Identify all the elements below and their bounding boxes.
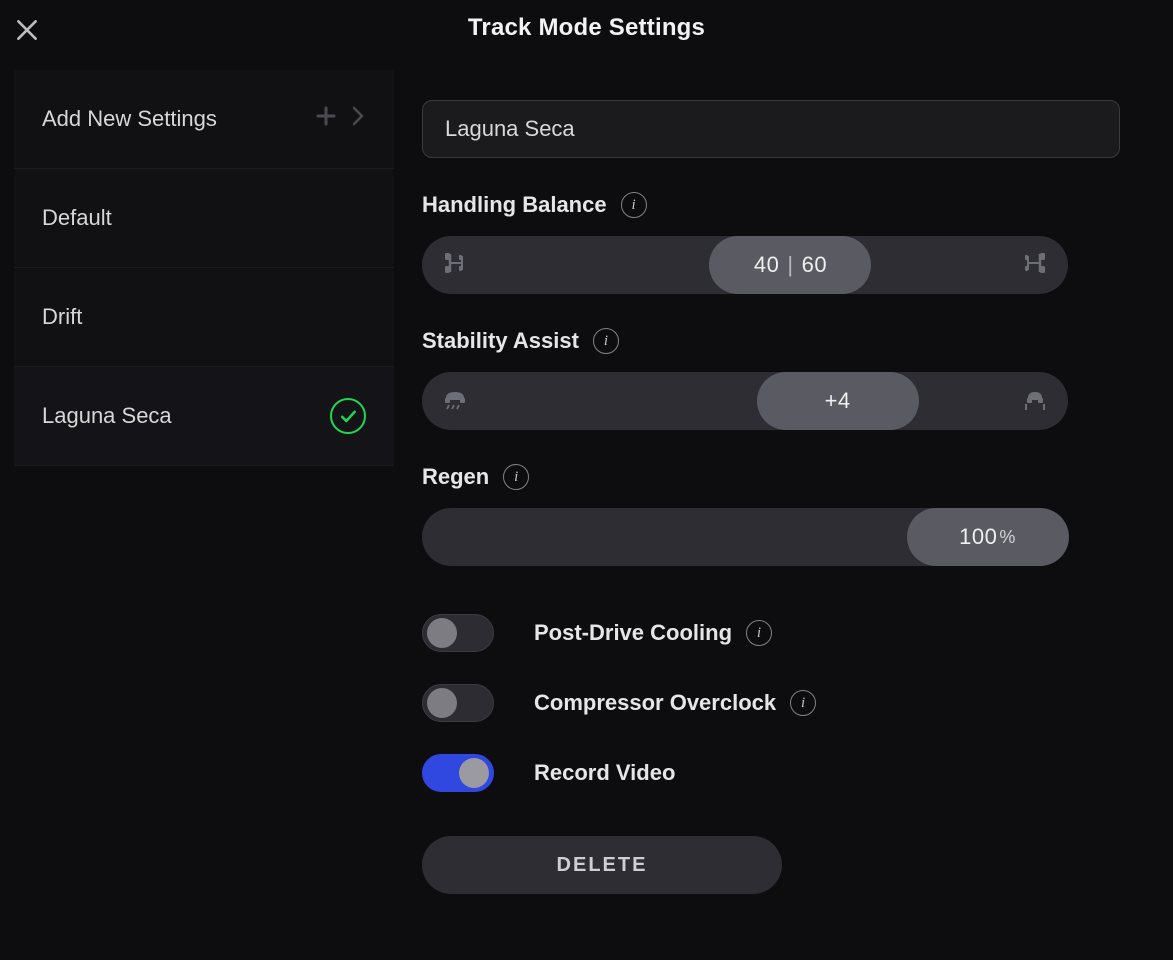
handling-rear-value: 60 bbox=[802, 252, 827, 278]
stability-low-icon bbox=[440, 384, 470, 419]
sidebar-item-drift[interactable]: Drift bbox=[14, 268, 394, 367]
info-icon[interactable]: i bbox=[746, 620, 772, 646]
check-icon bbox=[330, 398, 366, 434]
handling-balance-label: Handling Balance bbox=[422, 192, 607, 218]
info-icon[interactable]: i bbox=[503, 464, 529, 490]
regen-value: 100 bbox=[959, 524, 997, 550]
main-panel: Handling Balance i 40 | 60 bbox=[394, 56, 1173, 960]
close-icon bbox=[14, 17, 40, 43]
info-icon[interactable]: i bbox=[593, 328, 619, 354]
chevron-right-icon bbox=[350, 104, 366, 134]
delete-button[interactable]: DELETE bbox=[422, 836, 782, 894]
regen-unit: % bbox=[999, 527, 1016, 548]
page-title: Track Mode Settings bbox=[468, 14, 705, 42]
sidebar: Add New Settings Default Drift Laguna Se… bbox=[0, 56, 394, 960]
stability-value: +4 bbox=[825, 388, 851, 414]
compressor-overclock-toggle[interactable] bbox=[422, 684, 494, 722]
balance-separator: | bbox=[787, 252, 793, 278]
sidebar-item-laguna-seca[interactable]: Laguna Seca bbox=[14, 367, 394, 466]
sidebar-item-label: Default bbox=[42, 205, 112, 231]
handling-front-value: 40 bbox=[754, 252, 779, 278]
plus-icon bbox=[314, 104, 338, 134]
post-drive-cooling-toggle[interactable] bbox=[422, 614, 494, 652]
regen-slider[interactable]: 100% bbox=[422, 508, 1068, 566]
regen-thumb[interactable]: 100% bbox=[907, 508, 1069, 566]
post-drive-cooling-label: Post-Drive Cooling bbox=[534, 620, 732, 646]
info-icon[interactable]: i bbox=[621, 192, 647, 218]
stability-assist-thumb[interactable]: +4 bbox=[757, 372, 919, 430]
info-icon[interactable]: i bbox=[790, 690, 816, 716]
compressor-overclock-label: Compressor Overclock bbox=[534, 690, 776, 716]
sidebar-item-default[interactable]: Default bbox=[14, 169, 394, 268]
stability-assist-slider[interactable]: +4 bbox=[422, 372, 1068, 430]
front-bias-icon bbox=[440, 248, 470, 283]
profile-name-input[interactable] bbox=[422, 100, 1120, 158]
stability-assist-label: Stability Assist bbox=[422, 328, 579, 354]
handling-balance-slider[interactable]: 40 | 60 bbox=[422, 236, 1068, 294]
sidebar-item-label: Drift bbox=[42, 304, 82, 330]
regen-label: Regen bbox=[422, 464, 489, 490]
record-video-label: Record Video bbox=[534, 760, 675, 786]
sidebar-item-label: Laguna Seca bbox=[42, 403, 172, 429]
sidebar-add-new[interactable]: Add New Settings bbox=[14, 70, 394, 169]
stability-high-icon bbox=[1020, 384, 1050, 419]
handling-balance-thumb[interactable]: 40 | 60 bbox=[709, 236, 871, 294]
delete-label: DELETE bbox=[557, 854, 648, 877]
sidebar-add-label: Add New Settings bbox=[42, 106, 217, 132]
rear-bias-icon bbox=[1020, 248, 1050, 283]
close-button[interactable] bbox=[14, 17, 40, 43]
record-video-toggle[interactable] bbox=[422, 754, 494, 792]
